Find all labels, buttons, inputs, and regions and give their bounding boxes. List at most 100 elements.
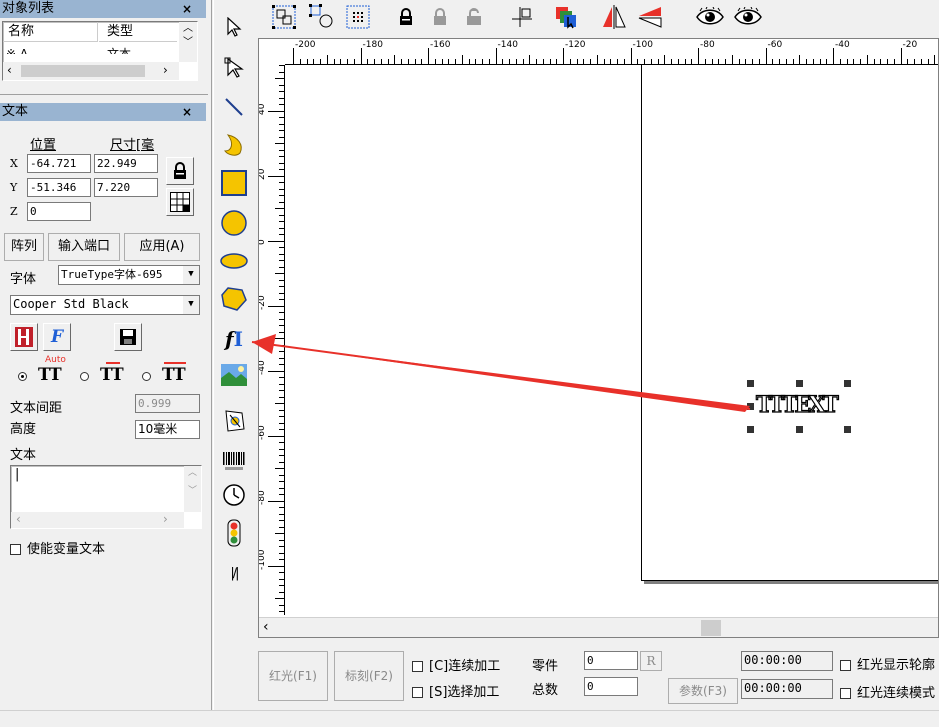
object-list-table[interactable]: 名称 类型 ※ A 文本 ︿ ﹀ ‹ › bbox=[2, 21, 198, 81]
ungroup-button[interactable] bbox=[306, 2, 338, 32]
table-header-name[interactable]: 名称 bbox=[3, 22, 98, 42]
mirror-horizontal-button[interactable] bbox=[598, 2, 630, 32]
scroll-up-icon[interactable]: ︿ bbox=[184, 466, 201, 480]
dot-grid-button[interactable] bbox=[342, 2, 374, 32]
checkbox-icon[interactable] bbox=[840, 660, 851, 671]
selection-handle-tm[interactable] bbox=[796, 380, 803, 387]
scroll-left-icon[interactable]: ‹ bbox=[263, 619, 269, 635]
horizontal-scrollbar[interactable]: ‹ › bbox=[3, 62, 179, 80]
curve-tool[interactable] bbox=[219, 130, 249, 160]
spacing-input[interactable]: 0.999 bbox=[135, 394, 200, 413]
variable-text-checkbox[interactable]: 使能变量文本 bbox=[10, 538, 105, 557]
apply-button[interactable]: 应用(A) bbox=[124, 233, 200, 261]
reset-button[interactable]: R bbox=[640, 651, 662, 671]
array-button[interactable]: 阵列 bbox=[4, 233, 44, 261]
scroll-thumb[interactable] bbox=[21, 65, 145, 77]
circle-tool[interactable] bbox=[219, 208, 249, 238]
dropdown-arrow-icon[interactable]: ▼ bbox=[183, 266, 199, 284]
anchor-grid-button[interactable] bbox=[166, 188, 194, 216]
color-layers-button[interactable] bbox=[550, 2, 582, 32]
font-format-button[interactable]: F bbox=[43, 323, 71, 351]
selection-handle-bm[interactable] bbox=[796, 426, 803, 433]
red-outline-checkbox[interactable]: 红光显示轮廓 bbox=[840, 654, 939, 673]
text-scrollbar-h[interactable]: ‹ › bbox=[11, 512, 184, 528]
table-header-type[interactable]: 类型 bbox=[99, 22, 177, 42]
ruler-tick bbox=[275, 533, 284, 534]
red-light-button[interactable]: 红光(F1) bbox=[258, 651, 328, 701]
radio-center[interactable] bbox=[142, 372, 151, 381]
ellipse-tool[interactable] bbox=[219, 246, 249, 276]
select-tool[interactable] bbox=[219, 12, 249, 42]
save-font-button[interactable] bbox=[114, 323, 142, 351]
spacing-mode-center[interactable]: TT bbox=[142, 358, 202, 386]
spacing-mode-fixed[interactable]: TT bbox=[80, 358, 140, 386]
continuous-process-checkbox[interactable]: [C]连续加工 bbox=[412, 655, 500, 674]
dropdown-arrow-icon[interactable]: ▼ bbox=[183, 296, 199, 314]
radio-auto[interactable] bbox=[18, 372, 27, 381]
y-position-input[interactable]: -51.346 bbox=[27, 178, 91, 197]
width-input[interactable]: 22.949 bbox=[94, 154, 158, 173]
input-port-button[interactable]: 输入端口 bbox=[48, 233, 120, 261]
selection-handle-tr[interactable] bbox=[844, 380, 851, 387]
red-continuous-checkbox[interactable]: 红光连续模式 bbox=[840, 682, 939, 701]
ruler-tick bbox=[691, 59, 693, 64]
spacing-mode-auto[interactable]: Auto TT bbox=[18, 355, 78, 386]
origin-button[interactable] bbox=[506, 2, 538, 32]
checkbox-icon[interactable] bbox=[10, 544, 21, 555]
font-library-button[interactable] bbox=[10, 323, 38, 351]
rectangle-tool[interactable] bbox=[219, 168, 249, 198]
checkbox-icon[interactable] bbox=[412, 661, 423, 672]
line-tool[interactable] bbox=[219, 92, 249, 122]
text-scrollbar-v[interactable]: ︿ ﹀ bbox=[184, 466, 201, 512]
selection-handle-br[interactable] bbox=[844, 426, 851, 433]
node-edit-tool[interactable] bbox=[219, 52, 249, 82]
selected-text-object[interactable]: TTTEXT bbox=[747, 380, 853, 433]
scroll-left-icon[interactable]: ‹ bbox=[7, 63, 12, 77]
font-name-select[interactable]: Cooper Std Black ▼ bbox=[10, 295, 200, 315]
close-icon[interactable]: × bbox=[182, 0, 192, 18]
canvas-horizontal-scrollbar[interactable]: ‹ bbox=[259, 617, 938, 637]
lock-ratio-button[interactable] bbox=[166, 157, 194, 185]
scroll-right-icon[interactable]: › bbox=[163, 512, 168, 526]
ruler-tick bbox=[900, 48, 902, 64]
polygon-tool[interactable] bbox=[219, 284, 249, 314]
close-icon[interactable]: × bbox=[182, 103, 192, 121]
lock-object-button[interactable] bbox=[390, 2, 422, 32]
extend-axis-tool[interactable]: |∕| bbox=[219, 558, 249, 588]
show-path-button[interactable] bbox=[694, 2, 726, 32]
scroll-thumb[interactable] bbox=[701, 620, 721, 636]
scroll-left-icon[interactable]: ‹ bbox=[16, 512, 21, 526]
total-input[interactable]: 0 bbox=[584, 677, 638, 696]
mirror-vertical-button[interactable] bbox=[634, 2, 666, 32]
scroll-up-icon[interactable]: ︿ bbox=[179, 22, 197, 36]
checkbox-icon[interactable] bbox=[840, 688, 851, 699]
scroll-down-icon[interactable]: ﹀ bbox=[179, 36, 197, 50]
group-button[interactable] bbox=[268, 2, 300, 32]
horizontal-ruler[interactable]: -200 -180 -160 -140 -120 -100 -80 -60 -40 -20 bbox=[285, 39, 938, 65]
panel-splitter[interactable] bbox=[0, 94, 208, 98]
z-position-input[interactable]: 0 bbox=[27, 202, 91, 221]
font-type-select[interactable]: TrueType字体-695 ▼ bbox=[58, 265, 200, 285]
checkbox-icon[interactable] bbox=[412, 687, 423, 698]
timer-tool[interactable] bbox=[219, 480, 249, 510]
select-process-checkbox[interactable]: [S]选择加工 bbox=[412, 681, 499, 700]
mark-button[interactable]: 标刻(F2) bbox=[334, 651, 404, 701]
radio-fixed[interactable] bbox=[80, 372, 89, 381]
unlock-object-button[interactable] bbox=[424, 2, 456, 32]
ruler-tick bbox=[455, 59, 456, 64]
x-position-input[interactable]: -64.721 bbox=[27, 154, 91, 173]
text-content-input[interactable]: | ︿ ﹀ ‹ › bbox=[10, 465, 202, 529]
table-row[interactable]: ※ A 文本 bbox=[3, 44, 177, 54]
parts-input[interactable]: 0 bbox=[584, 651, 638, 670]
show-all-path-button[interactable] bbox=[732, 2, 764, 32]
io-signal-tool[interactable] bbox=[219, 518, 249, 548]
unlock-all-button[interactable] bbox=[458, 2, 490, 32]
scroll-down-icon[interactable]: ﹀ bbox=[184, 480, 201, 502]
text-height-input[interactable]: 10毫米 bbox=[135, 420, 200, 439]
vertical-scrollbar[interactable]: ︿ ﹀ bbox=[179, 22, 197, 62]
selection-handle-bl[interactable] bbox=[747, 426, 754, 433]
barcode-tool[interactable] bbox=[219, 446, 249, 476]
scroll-right-icon[interactable]: › bbox=[163, 63, 168, 77]
height-input[interactable]: 7.220 bbox=[94, 178, 158, 197]
params-button[interactable]: 参数(F3) bbox=[668, 678, 738, 704]
